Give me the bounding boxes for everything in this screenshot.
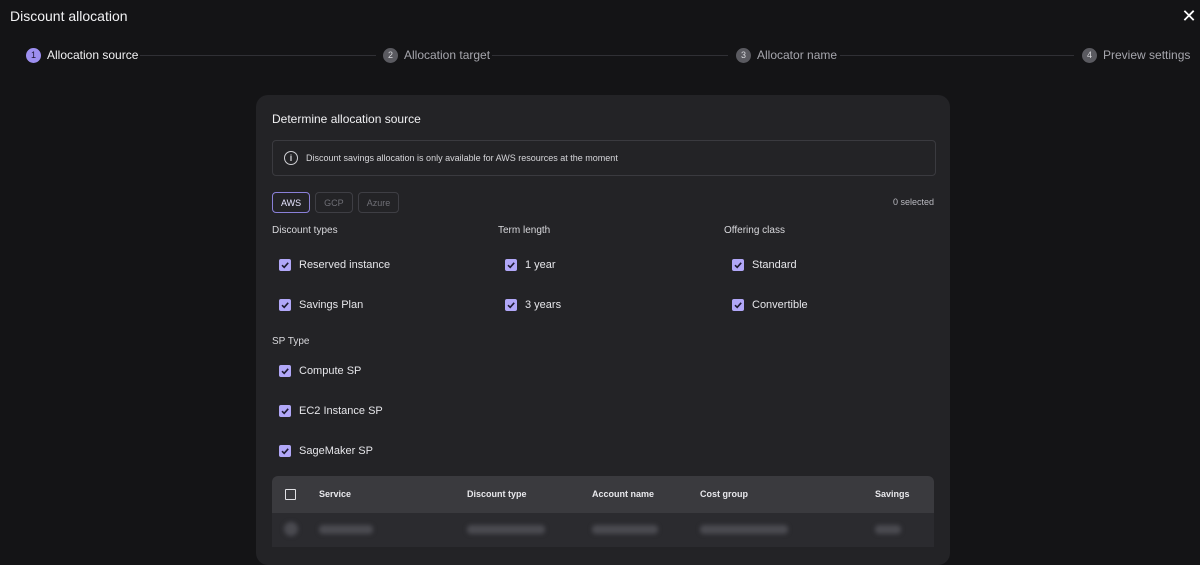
step-number: 4 bbox=[1082, 47, 1097, 63]
step-preview-settings[interactable]: 4 Preview settings bbox=[1082, 46, 1190, 64]
sp-type-label: SP Type bbox=[272, 336, 310, 347]
step-number: 3 bbox=[736, 47, 751, 63]
info-icon: i bbox=[284, 151, 298, 165]
step-allocation-target[interactable]: 2 Allocation target bbox=[383, 46, 490, 64]
checkbox-label: SageMaker SP bbox=[299, 445, 373, 457]
checkbox-checked-icon bbox=[505, 299, 517, 311]
step-connector bbox=[492, 55, 728, 56]
checkbox-ec2-instance-sp[interactable]: EC2 Instance SP bbox=[279, 405, 383, 417]
provider-tab-azure[interactable]: Azure bbox=[357, 192, 400, 213]
checkbox-reserved-instance[interactable]: Reserved instance bbox=[279, 259, 390, 271]
stepper: 1 Allocation source 2 Allocation target … bbox=[0, 44, 1200, 66]
redacted-cell bbox=[875, 525, 901, 534]
checkbox-1-year[interactable]: 1 year bbox=[505, 259, 556, 271]
panel-title: Determine allocation source bbox=[272, 112, 421, 126]
step-label: Preview settings bbox=[1103, 48, 1191, 62]
dialog-title: Discount allocation bbox=[10, 8, 128, 24]
step-number: 2 bbox=[383, 47, 398, 63]
redacted-cell bbox=[319, 525, 373, 534]
info-banner: i Discount savings allocation is only av… bbox=[272, 140, 936, 176]
checkbox-checked-icon bbox=[279, 445, 291, 457]
step-label: Allocation target bbox=[404, 48, 491, 62]
column-savings[interactable]: Savings bbox=[875, 489, 910, 499]
checkbox-convertible[interactable]: Convertible bbox=[732, 299, 808, 311]
step-connector bbox=[140, 55, 376, 56]
discount-types-label: Discount types bbox=[272, 225, 338, 236]
checkbox-checked-icon bbox=[279, 259, 291, 271]
column-account-name[interactable]: Account name bbox=[592, 489, 654, 499]
table-header: Service Discount type Account name Cost … bbox=[272, 476, 934, 513]
checkbox-checked-icon bbox=[279, 365, 291, 377]
info-text: Discount savings allocation is only avai… bbox=[306, 153, 618, 163]
checkbox-label: 3 years bbox=[525, 299, 562, 311]
checkbox-label: Reserved instance bbox=[299, 259, 391, 271]
term-length-label: Term length bbox=[498, 225, 551, 236]
checkbox-label: Standard bbox=[752, 259, 797, 271]
column-cost-group[interactable]: Cost group bbox=[700, 489, 748, 499]
allocation-source-panel: Determine allocation source i Discount s… bbox=[256, 95, 950, 565]
checkbox-label: EC2 Instance SP bbox=[299, 405, 383, 417]
checkbox-compute-sp[interactable]: Compute SP bbox=[279, 365, 361, 377]
redacted-cell bbox=[700, 525, 788, 534]
provider-tabs: AWS GCP Azure bbox=[272, 192, 400, 213]
checkbox-checked-icon bbox=[732, 299, 744, 311]
redacted-cell bbox=[592, 525, 658, 534]
discount-table: Service Discount type Account name Cost … bbox=[272, 476, 934, 556]
provider-tab-aws[interactable]: AWS bbox=[272, 192, 311, 213]
offering-class-label: Offering class bbox=[724, 225, 785, 236]
step-connector bbox=[840, 55, 1074, 56]
close-icon[interactable]: ✕ bbox=[1180, 7, 1198, 25]
checkbox-3-years[interactable]: 3 years bbox=[505, 299, 561, 311]
checkbox-label: Savings Plan bbox=[299, 299, 364, 311]
step-allocator-name[interactable]: 3 Allocator name bbox=[736, 46, 837, 64]
step-number: 1 bbox=[26, 47, 41, 63]
select-all-checkbox[interactable] bbox=[285, 489, 296, 500]
checkbox-checked-icon bbox=[505, 259, 517, 271]
checkbox-savings-plan[interactable]: Savings Plan bbox=[279, 299, 363, 311]
checkbox-checked-icon bbox=[732, 259, 744, 271]
row-checkbox[interactable] bbox=[284, 522, 298, 536]
checkbox-checked-icon bbox=[279, 405, 291, 417]
provider-tab-gcp[interactable]: GCP bbox=[315, 192, 353, 213]
table-row[interactable] bbox=[272, 513, 934, 547]
checkbox-label: Compute SP bbox=[299, 365, 362, 377]
column-discount-type[interactable]: Discount type bbox=[467, 489, 527, 499]
redacted-cell bbox=[467, 525, 545, 534]
dialog-header: Discount allocation ✕ bbox=[0, 0, 1200, 34]
checkbox-standard[interactable]: Standard bbox=[732, 259, 797, 271]
checkbox-label: Convertible bbox=[752, 299, 808, 311]
column-service[interactable]: Service bbox=[319, 489, 351, 499]
checkbox-label: 1 year bbox=[525, 259, 556, 271]
step-allocation-source[interactable]: 1 Allocation source bbox=[26, 46, 138, 64]
step-label: Allocation source bbox=[47, 48, 139, 62]
selected-count: 0 selected bbox=[892, 197, 934, 207]
checkbox-checked-icon bbox=[279, 299, 291, 311]
checkbox-sagemaker-sp[interactable]: SageMaker SP bbox=[279, 445, 373, 457]
step-label: Allocator name bbox=[757, 48, 838, 62]
